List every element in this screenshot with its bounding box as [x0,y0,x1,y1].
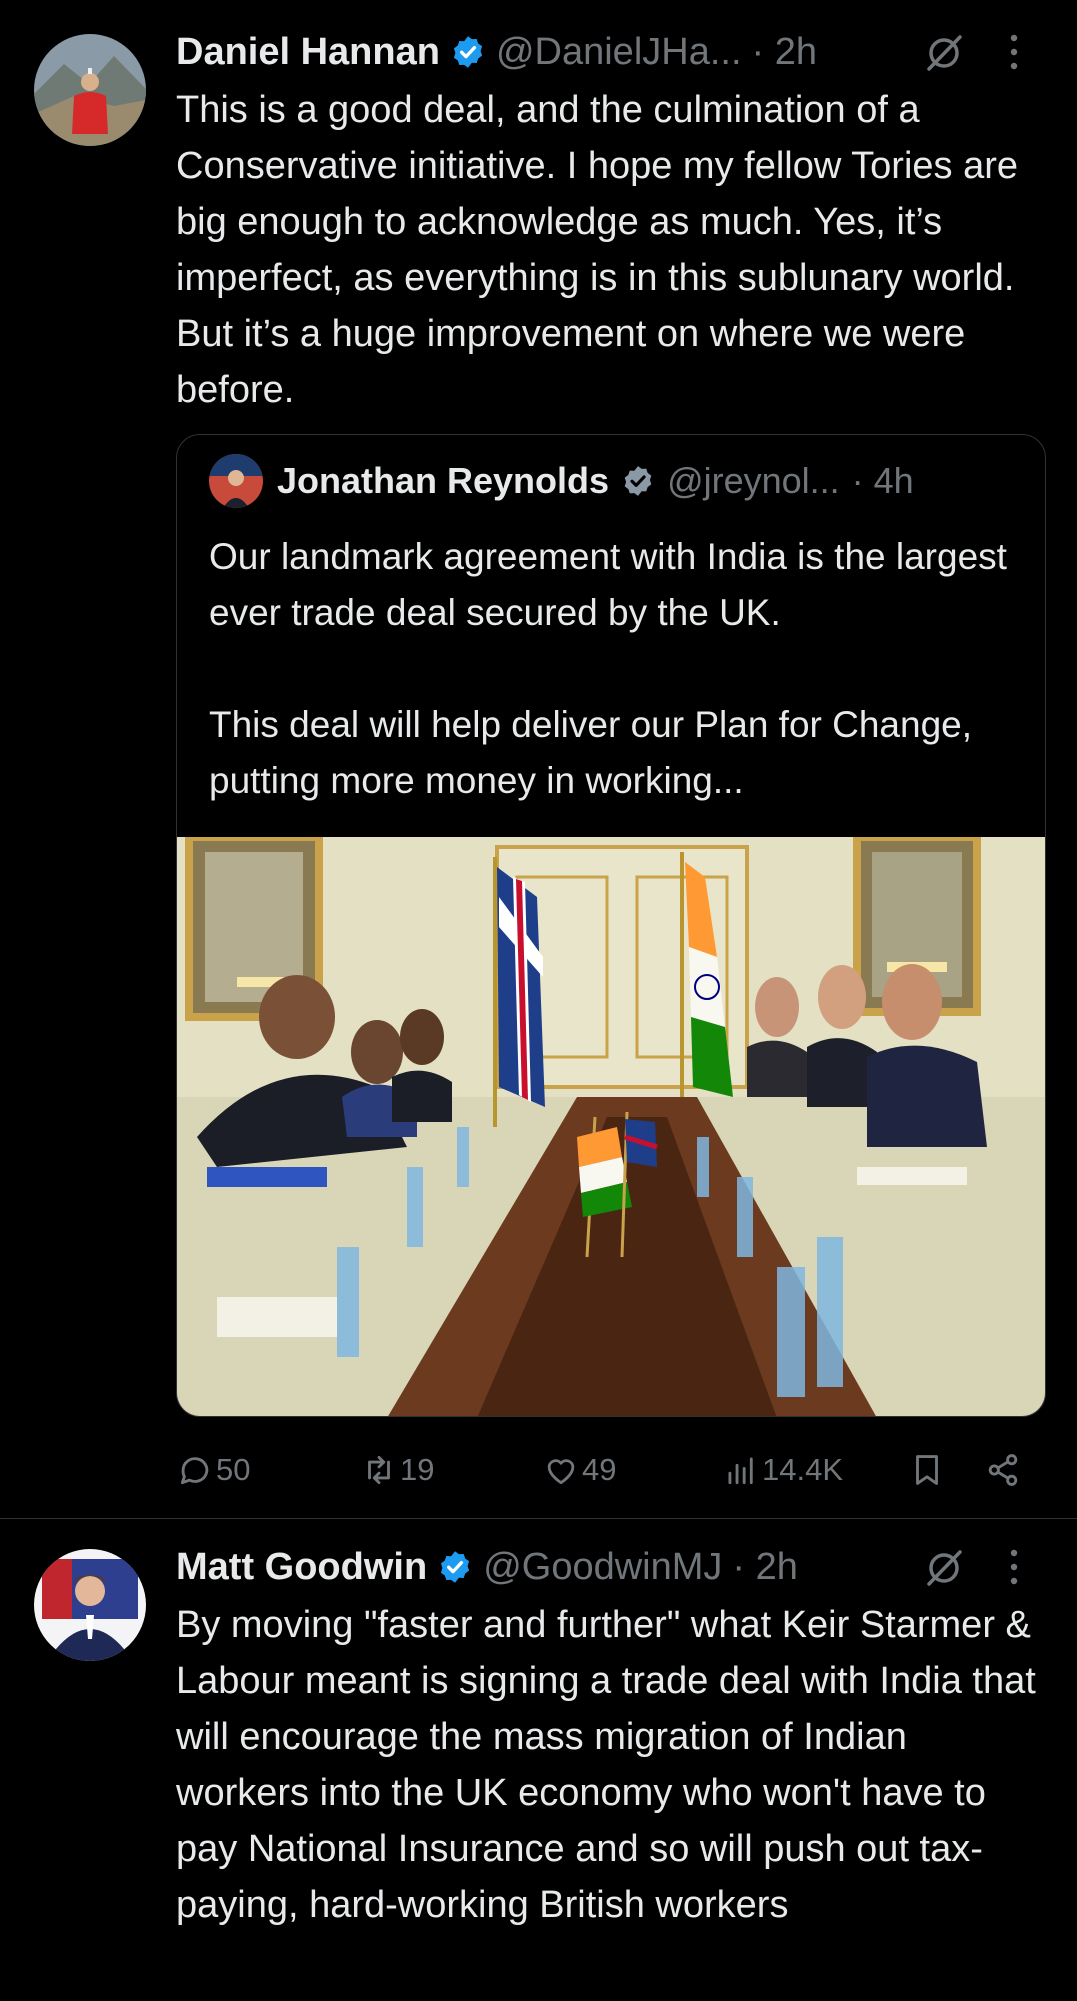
tweet-actions: 50 19 49 14.4K [176,1448,1026,1492]
views-button[interactable]: 14.4K [722,1448,843,1492]
repost-button[interactable]: 19 [360,1448,434,1492]
avatar[interactable] [34,1549,146,1661]
reply-count: 50 [216,1452,251,1487]
bookmark-icon [916,1455,938,1485]
grok-icon[interactable] [923,32,965,74]
like-button[interactable]: 49 [542,1448,616,1492]
tweet-header: Daniel Hannan @DanielJHa... · 2h [176,27,1057,77]
tweet[interactable]: Daniel Hannan @DanielJHa... · 2h This is… [0,0,1077,1519]
verified-badge-icon [453,36,483,68]
more-vertical-icon[interactable] [1007,32,1021,72]
quoted-tweet-header: Jonathan Reynolds @jreynol... · 4h [209,454,1015,508]
author-name[interactable]: Daniel Hannan [176,31,440,74]
tweet[interactable]: Matt Goodwin @GoodwinMJ · 2h By moving "… [0,1519,1077,2001]
tweet-text: This is a good deal, and the culmination… [176,89,1029,411]
quoted-tweet[interactable]: Jonathan Reynolds @jreynol... · 4h Our l… [176,434,1046,1417]
quoted-author-name: Jonathan Reynolds [277,460,610,501]
reply-icon [180,1457,209,1485]
reply-button[interactable]: 50 [176,1448,250,1492]
like-icon [547,1459,575,1485]
quoted-tweet-time: · 4h [851,460,914,501]
author-handle[interactable]: @DanielJHa... [496,31,742,74]
author-handle[interactable]: @GoodwinMJ [483,1546,722,1589]
verified-badge-icon [441,1551,470,1583]
quoted-tweet-image[interactable] [177,837,1046,1417]
quoted-tweet-text: Our landmark agreement with India is the… [209,536,1007,801]
tweet-time[interactable]: · 2h [732,1546,797,1589]
repost-count: 19 [400,1452,435,1487]
avatar[interactable] [34,34,146,146]
repost-icon [368,1455,390,1485]
share-button[interactable] [984,1448,1024,1492]
more-vertical-icon[interactable] [1007,1547,1021,1587]
tweet-text: By moving "faster and further" what Keir… [176,1604,1047,1926]
grok-icon[interactable] [923,1547,965,1589]
view-count: 14.4K [762,1452,844,1487]
share-icon [988,1454,1018,1486]
tweet-time[interactable]: · 2h [752,31,817,74]
author-name[interactable]: Matt Goodwin [176,1546,427,1589]
verified-badge-icon [624,466,652,496]
views-icon [728,1457,753,1485]
tweet-header: Matt Goodwin @GoodwinMJ · 2h [176,1542,1057,1592]
like-count: 49 [582,1452,617,1487]
bookmark-button[interactable] [908,1448,948,1492]
quoted-author-handle: @jreynol... [667,460,840,501]
quoted-avatar [209,454,263,508]
